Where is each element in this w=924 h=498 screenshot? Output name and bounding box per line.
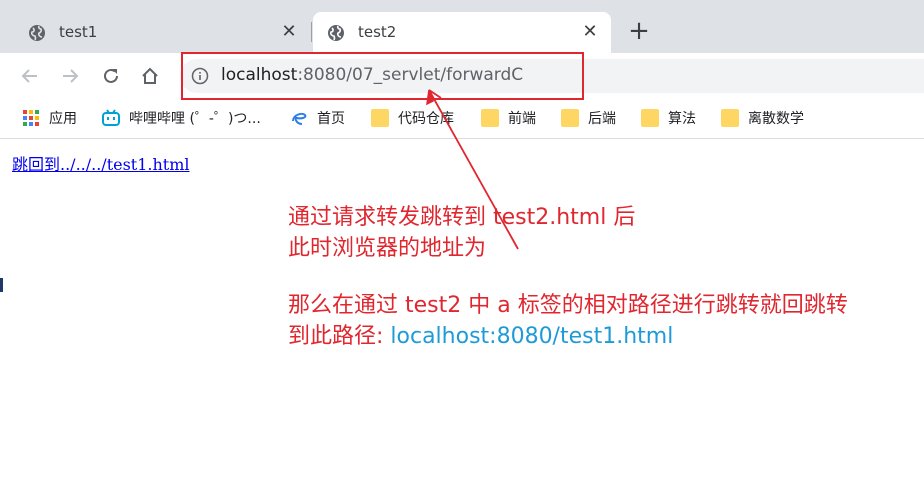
annotation-line-3: 那么在通过 test2 中 a 标签的相对路径进行跳转就回跳转 [288, 293, 848, 318]
annotation-line-4: 到此路径: localhost:8080/test1.html [288, 318, 673, 350]
bookmark-folder[interactable]: 后端 [561, 108, 616, 128]
globe-icon [327, 24, 345, 42]
tab-test2[interactable]: test2 ✕ [313, 12, 611, 53]
bookmark-folder[interactable]: 离散数学 [721, 108, 804, 128]
url-highlight-box [181, 52, 584, 100]
annotation-line-4-prefix: 到此路径: [288, 324, 391, 349]
bilibili-icon [102, 109, 120, 127]
annotation-url: localhost:8080/test1.html [390, 324, 674, 349]
tab-strip: test1 ✕ test2 ✕ + [0, 0, 924, 53]
bookmark-apps[interactable]: 应用 [22, 108, 77, 128]
bookmark-label: 哔哩哔哩 (゜-゜)つ... [129, 111, 261, 127]
bookmark-homepage[interactable]: 首页 [290, 108, 345, 128]
homepage-swirl-icon [290, 109, 308, 127]
folder-icon [481, 109, 499, 127]
close-tab-icon[interactable]: ✕ [280, 23, 298, 41]
globe-icon [28, 24, 46, 42]
window-edge-strip [0, 278, 3, 292]
tab-title: test2 [358, 23, 397, 41]
annotation-line-2: 此时浏览器的地址为 [288, 236, 487, 261]
bookmark-label: 前端 [508, 111, 536, 127]
bookmark-bilibili[interactable]: 哔哩哔哩 (゜-゜)つ... [102, 108, 261, 128]
back-arrow-icon[interactable] [19, 65, 41, 87]
bookmark-label: 应用 [49, 111, 77, 127]
folder-icon [641, 109, 659, 127]
bookmark-folder[interactable]: 代码仓库 [371, 108, 454, 128]
bookmark-label: 代码仓库 [398, 111, 454, 127]
tab-title: test1 [59, 23, 98, 41]
bookmark-folder[interactable]: 前端 [481, 108, 536, 128]
forward-arrow-icon[interactable] [59, 65, 81, 87]
bookmark-label: 首页 [317, 111, 345, 127]
reload-icon[interactable] [100, 65, 122, 87]
folder-icon [721, 109, 739, 127]
bookmark-label: 离散数学 [748, 111, 804, 127]
annotation-line-1: 通过请求转发跳转到 test2.html 后 [288, 205, 636, 230]
new-tab-plus-icon[interactable]: + [627, 18, 651, 44]
tab-test1[interactable]: test1 ✕ [14, 12, 310, 53]
apps-grid-icon [22, 109, 40, 127]
folder-icon [561, 109, 579, 127]
home-icon[interactable] [139, 65, 161, 87]
back-to-test1-link[interactable]: 跳回到../../../test1.html [12, 151, 190, 175]
close-tab-icon[interactable]: ✕ [581, 23, 599, 41]
bookmark-label: 后端 [588, 111, 616, 127]
bookmarks-bar: 应用 哔哩哔哩 (゜-゜)つ... 首页 代码仓库 前端 后端 算法 离散数学 [0, 100, 924, 139]
folder-icon [371, 109, 389, 127]
tab-divider [311, 22, 312, 42]
bookmark-folder[interactable]: 算法 [641, 108, 696, 128]
bookmark-label: 算法 [668, 111, 696, 127]
